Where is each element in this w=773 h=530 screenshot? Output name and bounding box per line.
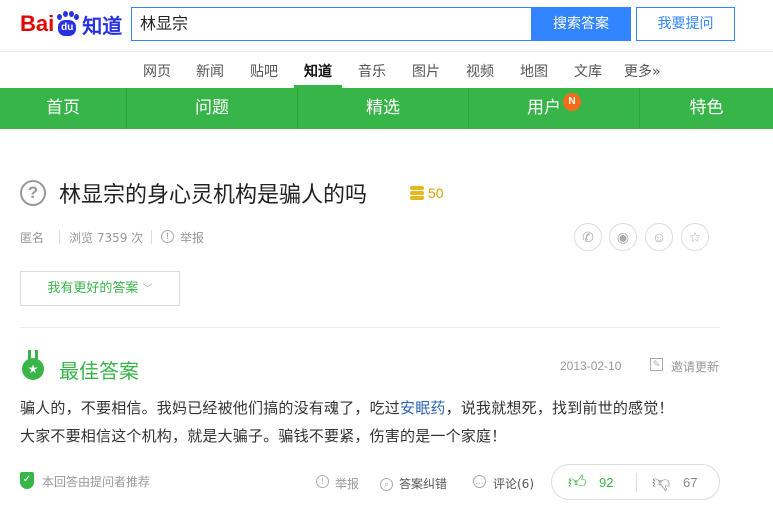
better-answer-button[interactable]: 我有更好的答案 ﹀ bbox=[20, 271, 180, 306]
search-answer-button[interactable]: 搜索答案 bbox=[531, 7, 631, 41]
answer-report-link[interactable]: 举报 bbox=[335, 475, 359, 492]
question-title: 林显宗的身心灵机构是骗人的吗 bbox=[59, 183, 368, 208]
thumbs-up-icon[interactable]: 👍︎ bbox=[568, 471, 587, 493]
answer-correct-link[interactable]: 答案纠错 bbox=[399, 475, 447, 492]
catnav-item-video[interactable]: 视频 bbox=[466, 61, 494, 81]
greennav-questions[interactable]: 问题 bbox=[127, 88, 297, 129]
catnav-item-images[interactable]: 图片 bbox=[412, 61, 440, 81]
answer-body: 骗人的，不要相信。我妈已经被他们搞的没有魂了，吃过安眠药，说我就想死，找到前世的… bbox=[20, 394, 740, 450]
answer-text: ，说我就想死，找到前世的感觉！ bbox=[445, 399, 674, 417]
paw-toe bbox=[74, 14, 80, 20]
greennav-special[interactable]: 特色 bbox=[640, 88, 773, 129]
vote-box: 👍︎ 92 👎︎ 67 bbox=[551, 464, 720, 500]
chevron-down-icon: ﹀ bbox=[142, 284, 153, 295]
logo-zhidao-text: 知道 bbox=[82, 13, 123, 38]
catnav-item-zhidao[interactable]: 知道 bbox=[304, 61, 332, 81]
catnav-item-tieba[interactable]: 贴吧 bbox=[250, 61, 278, 81]
catnav-item-more[interactable]: 更多» bbox=[624, 61, 661, 81]
paw-toe bbox=[57, 14, 63, 20]
answer-date: 2013-02-10 bbox=[560, 359, 622, 373]
catnav-item-news[interactable]: 新闻 bbox=[196, 61, 224, 81]
thumbs-down-icon[interactable]: 👎︎ bbox=[652, 471, 670, 493]
search-input[interactable]: 林显宗 bbox=[131, 7, 531, 41]
ask-question-button[interactable]: 我要提问 bbox=[636, 7, 735, 41]
view-count: 浏览 7359 次 bbox=[69, 231, 144, 245]
edit-icon: ✎ bbox=[650, 358, 663, 371]
answer-line-1: 骗人的，不要相信。我妈已经被他们搞的没有魂了，吃过安眠药，说我就想死，找到前世的… bbox=[20, 394, 740, 422]
report-icon: ! bbox=[161, 230, 174, 243]
report-icon: ! bbox=[316, 475, 329, 488]
qq-icon[interactable]: ☺ bbox=[645, 223, 673, 251]
baidu-zhidao-logo[interactable]: Bai du 知道 bbox=[20, 8, 122, 40]
greennav-home[interactable]: 首页 bbox=[0, 88, 126, 129]
answer-line-2: 大家不要相信这个机构，就是大骗子。骗钱不要紧，伤害的是一个家庭！ bbox=[20, 427, 507, 445]
invite-update-link[interactable]: 邀请更新 bbox=[671, 358, 719, 375]
paw-icon: du bbox=[55, 11, 80, 37]
report-link[interactable]: 举报 bbox=[180, 229, 204, 246]
logo-du-text: du bbox=[58, 20, 77, 36]
comment-link[interactable]: 评论(6) bbox=[493, 475, 534, 492]
category-nav: 网页 新闻 贴吧 知道 音乐 图片 视频 地图 文库 更多» bbox=[0, 52, 773, 88]
top-header: Bai du 知道 林显宗 搜索答案 我要提问 bbox=[0, 0, 773, 52]
comment-icon: … bbox=[473, 475, 486, 488]
best-answer-title: 最佳答案 bbox=[59, 359, 139, 383]
greennav-featured[interactable]: 精选 bbox=[298, 88, 468, 129]
wechat-icon[interactable]: ✆ bbox=[574, 223, 602, 251]
greennav-users[interactable]: 用户 N bbox=[469, 88, 639, 129]
reward-points: 50 bbox=[428, 185, 444, 201]
star-icon[interactable]: ☆ bbox=[681, 223, 709, 251]
magnifier-icon: ⌕ bbox=[380, 478, 393, 491]
meta-divider bbox=[151, 230, 152, 244]
new-badge: N bbox=[563, 93, 581, 111]
catnav-item-map[interactable]: 地图 bbox=[520, 61, 548, 81]
shield-check-icon: ✓ bbox=[20, 472, 34, 489]
greennav-users-label: 用户 bbox=[527, 98, 561, 118]
coin-icon bbox=[410, 186, 424, 200]
weibo-icon[interactable]: ◉ bbox=[609, 223, 637, 251]
downvote-count: 67 bbox=[683, 475, 698, 490]
green-main-nav: 首页 问题 精选 用户 N 特色 bbox=[0, 88, 773, 129]
paw-toe bbox=[63, 11, 69, 17]
upvote-count: 92 bbox=[599, 475, 614, 490]
section-divider bbox=[20, 327, 720, 328]
better-answer-label: 我有更好的答案 bbox=[47, 281, 139, 296]
question-mark-icon: ? bbox=[20, 180, 46, 206]
catnav-item-wenku[interactable]: 文库 bbox=[574, 61, 602, 81]
answer-keyword-link[interactable]: 安眠药 bbox=[400, 399, 446, 417]
catnav-item-web[interactable]: 网页 bbox=[143, 61, 171, 81]
answer-text: 骗人的，不要相信。我妈已经被他们搞的没有魂了，吃过 bbox=[20, 399, 401, 417]
asker-name: 匿名 bbox=[20, 231, 45, 245]
meta-divider bbox=[59, 230, 60, 244]
medal-icon: ★ bbox=[22, 350, 44, 382]
logo-bai-text: Bai bbox=[20, 11, 55, 36]
recommended-note: 本回答由提问者推荐 bbox=[42, 475, 151, 489]
catnav-item-music[interactable]: 音乐 bbox=[358, 61, 386, 81]
